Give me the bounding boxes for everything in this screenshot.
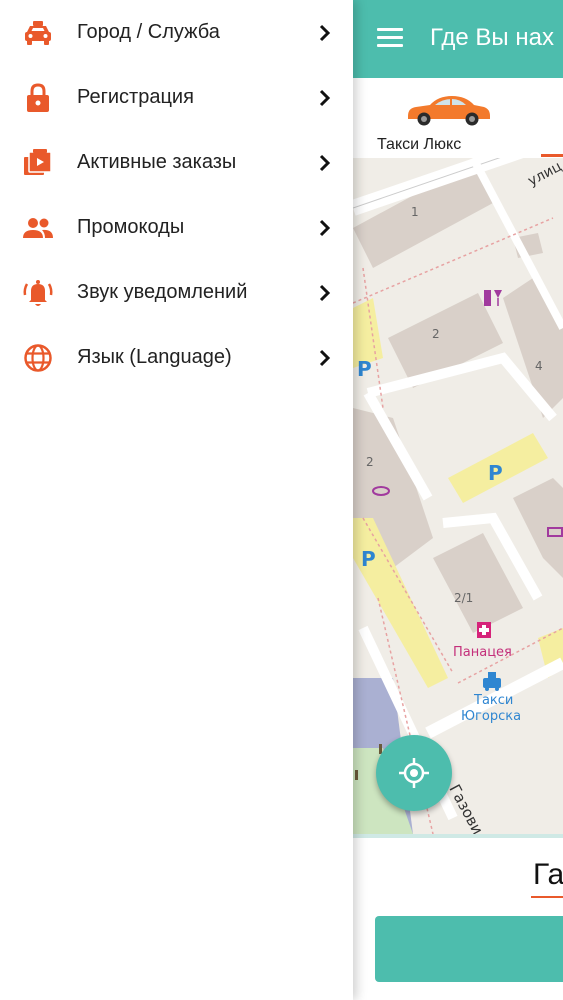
drawer-item-label: Город / Служба <box>77 21 220 43</box>
chevron-right-icon <box>319 349 331 366</box>
address-underline <box>531 896 563 898</box>
my-location-button[interactable] <box>376 735 452 811</box>
main-app: Где Вы нах Такси Люкс P P P улиц 1 2 4 2… <box>353 0 563 1000</box>
drawer-item-label: Звук уведомлений <box>77 281 248 303</box>
lock-icon <box>22 82 54 114</box>
menu-icon[interactable] <box>377 28 403 48</box>
chevron-right-icon <box>319 89 331 106</box>
building-number: 2 <box>432 327 440 341</box>
drawer-item-language[interactable]: Язык (Language) <box>0 325 353 390</box>
drawer-item-active-orders[interactable]: Активные заказы <box>0 130 353 195</box>
drawer-item-label: Промокоды <box>77 216 185 238</box>
building-number: 4 <box>535 359 543 373</box>
address-field[interactable]: Га <box>533 858 563 892</box>
globe-icon <box>22 342 54 374</box>
tariff-selected-indicator <box>541 154 563 157</box>
taxi-label: Югорска <box>461 709 521 724</box>
parking-icon: P <box>488 461 503 485</box>
pharmacy-label: Панацея <box>453 645 512 660</box>
orders-icon <box>22 147 54 179</box>
taxi-icon <box>22 17 54 49</box>
parking-icon: P <box>357 357 372 381</box>
drawer-item-label: Регистрация <box>77 86 194 108</box>
tariff-label: Такси Люкс <box>377 136 462 153</box>
app-bar: Где Вы нах <box>353 0 563 78</box>
chevron-right-icon <box>319 219 331 236</box>
tariff-selector: Такси Люкс <box>353 78 563 158</box>
building-number: 2 <box>366 455 374 469</box>
tariff-item-lux[interactable]: Такси Люкс <box>377 88 517 154</box>
bottom-panel: Га <box>353 834 563 1000</box>
people-icon <box>22 212 54 244</box>
parking-icon: P <box>361 547 376 571</box>
pharmacy-icon <box>477 622 491 638</box>
crosshair-icon <box>399 758 429 788</box>
car-icon <box>408 96 490 126</box>
bell-icon <box>22 277 54 309</box>
chevron-right-icon <box>319 24 331 41</box>
drawer-item-notification-sound[interactable]: Звук уведомлений <box>0 260 353 325</box>
chevron-right-icon <box>319 284 331 301</box>
building-number: 1 <box>411 205 419 219</box>
building-number: 2/1 <box>454 591 473 605</box>
map-canvas[interactable]: P P P улиц 1 2 4 2 2/1 Панацея Такси Юго… <box>353 158 563 834</box>
chevron-right-icon <box>319 154 331 171</box>
drawer-item-label: Язык (Language) <box>77 346 232 368</box>
drawer-item-promocodes[interactable]: Промокоды <box>0 195 353 260</box>
drawer-item-registration[interactable]: Регистрация <box>0 65 353 130</box>
map-view[interactable]: P P P улиц 1 2 4 2 2/1 Панацея Такси Юго… <box>353 158 563 834</box>
drawer-item-city[interactable]: Город / Служба <box>0 0 353 65</box>
navigation-drawer: Город / Служба Регистрация Активные зака… <box>0 0 353 1000</box>
taxi-label: Такси <box>473 693 513 708</box>
drawer-item-label: Активные заказы <box>77 151 237 173</box>
app-bar-title: Где Вы нах <box>430 24 554 51</box>
order-button[interactable] <box>375 916 563 982</box>
